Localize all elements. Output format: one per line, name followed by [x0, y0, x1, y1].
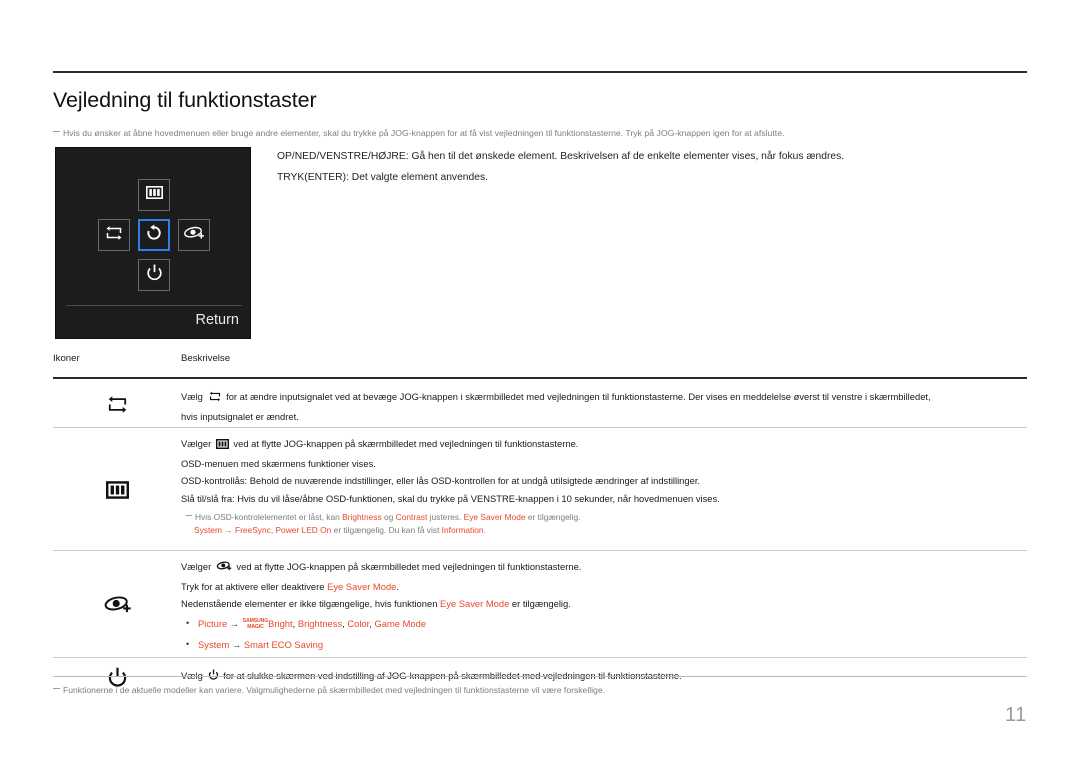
unavailable-items-list: Picture → SAMSUNGMAGICBright, Brightness… — [181, 613, 1027, 655]
text-fragment: Vælger — [181, 437, 214, 449]
link-freesync[interactable]: FreeSync — [235, 525, 271, 535]
link-system[interactable]: System — [194, 525, 222, 535]
osd-divider — [66, 305, 242, 306]
table-header-icons: Ikoner — [53, 353, 80, 364]
header-divider — [53, 71, 1027, 73]
osd-return-label: Return — [195, 312, 239, 328]
row-sub-note: Hvis OSD-kontrolelementet er låst, kan B… — [181, 511, 1027, 536]
text-fragment: → — [229, 638, 244, 650]
page-title: Vejledning til funktionstaster — [53, 88, 317, 112]
link-power-led-on[interactable]: Power LED On — [275, 525, 331, 535]
table-row: Vælg for at ændre inputsignalet ved at b… — [53, 379, 1027, 427]
eye-saver-icon — [103, 594, 132, 620]
link-smart-eco-saving[interactable]: Smart ECO Saving — [244, 639, 323, 650]
osd-key-input-source[interactable] — [98, 219, 130, 251]
table-cell-description: Vælger ved at flytte JOG-knappen på skær… — [181, 558, 1027, 655]
intro-note: Hvis du ønsker at åbne hovedmenuen eller… — [53, 127, 1033, 139]
table-cell-description: Vælg for at ændre inputsignalet ved at b… — [181, 388, 1027, 426]
osd-key-cluster: Return — [56, 148, 252, 340]
text-fragment: Hvis OSD-kontrolelementet er låst, kan — [195, 512, 343, 523]
description-line: Slå til/slå fra: Hvis du vil låse/åbne O… — [181, 492, 720, 504]
eye-saver-icon — [216, 560, 232, 578]
intro-block: OP/NED/VENSTRE/HØJRE: Gå hen til det øns… — [277, 146, 997, 188]
table-cell-icon — [53, 594, 181, 620]
text-fragment: Vælger — [181, 560, 214, 572]
input-source-icon — [208, 390, 222, 408]
description-line: Vælger ved at flytte JOG-knappen på skær… — [181, 435, 1027, 455]
osd-preview-panel: Return — [55, 147, 251, 339]
text-fragment: Tryk for at aktivere eller deaktivere — [181, 580, 328, 592]
link-picture[interactable]: Picture — [198, 618, 227, 629]
osd-key-menu[interactable] — [138, 179, 170, 211]
power-icon — [146, 264, 163, 287]
osd-key-power[interactable] — [138, 259, 170, 291]
intro-line-enter: TRYK(ENTER): Det valgte element anvendes… — [277, 172, 488, 183]
row-sub-note-line2: System → FreeSync, Power LED On er tilgæ… — [186, 524, 1027, 537]
text-fragment: er tilgængelig. — [509, 598, 571, 610]
link-eye-saver-mode[interactable]: Eye Saver Mode — [440, 598, 509, 609]
table-cell-icon — [53, 395, 181, 419]
table-row: Vælger ved at flytte JOG-knappen på skær… — [53, 428, 1027, 550]
page-number: 11 — [1005, 704, 1027, 726]
osd-key-eye-saver[interactable] — [178, 219, 210, 251]
text-fragment: er tilgængelig. Du kan få vist — [331, 524, 442, 535]
description-line: OSD-menuen med skærmens funktioner vises… — [181, 457, 376, 469]
link-system[interactable]: System — [198, 639, 229, 650]
footer-note-text: Funktionerne i de aktuelle modeller kan … — [63, 685, 606, 695]
text-fragment: for at ændre inputsignalet ved at bevæge… — [223, 390, 931, 402]
icon-description-table: Ikoner Beskrivelse Vælg for at ændre inp… — [53, 353, 1027, 694]
text-fragment: Vælg — [181, 390, 206, 402]
table-row: Vælger ved at flytte JOG-knappen på skær… — [53, 551, 1027, 657]
samsung-magic-logo: SAMSUNG MAGIC — [243, 619, 268, 630]
text-fragment: ved at flytte JOG-knappen på skærmbilled… — [230, 437, 579, 449]
text-fragment: er tilgængelig. — [525, 512, 581, 523]
table-header-row: Ikoner Beskrivelse — [53, 353, 1027, 377]
footer-divider — [53, 676, 1027, 677]
note-dash-icon — [53, 131, 60, 132]
link-eye-saver-mode[interactable]: Eye Saver Mode — [464, 512, 526, 522]
link-bright[interactable]: Bright — [268, 618, 293, 629]
link-information[interactable]: Information — [442, 525, 484, 535]
link-brightness[interactable]: Brightness — [298, 618, 342, 629]
description-line: hvis inputsignalet er ændret. — [181, 410, 299, 422]
description-line: Vælg for at ændre inputsignalet ved at b… — [181, 388, 1027, 408]
note-dash-icon — [53, 688, 60, 689]
text-fragment: . — [396, 580, 399, 592]
footer-note: Funktionerne i de aktuelle modeller kan … — [53, 684, 605, 696]
text-fragment: justeres. — [427, 512, 464, 523]
text-fragment: og — [381, 512, 396, 523]
text-fragment: → — [227, 617, 242, 629]
link-contrast[interactable]: Contrast — [396, 512, 428, 522]
table-cell-icon — [53, 480, 181, 504]
description-line: OSD-kontrollås: Behold de nuværende inds… — [181, 475, 701, 487]
description-line: Tryk for at aktivere eller deaktivere Ey… — [181, 578, 1027, 596]
note-dash-icon — [186, 515, 192, 517]
table-cell-description: Vælger ved at flytte JOG-knappen på skær… — [181, 435, 1027, 537]
link-color[interactable]: Color — [347, 618, 369, 629]
table-header-description: Beskrivelse — [181, 353, 231, 364]
link-eye-saver-mode[interactable]: Eye Saver Mode — [327, 581, 396, 592]
intro-line-navigation: OP/NED/VENSTRE/HØJRE: Gå hen til det øns… — [277, 151, 845, 162]
menu-icon — [105, 480, 129, 504]
osd-key-return[interactable] — [138, 219, 170, 251]
return-icon — [145, 224, 163, 247]
input-source-icon — [104, 225, 124, 246]
list-item: Picture → SAMSUNGMAGICBright, Brightness… — [181, 613, 1027, 634]
description-line: Nedenstående elementer er ikke tilgængel… — [181, 595, 1027, 613]
text-fragment: Nedenstående elementer er ikke tilgængel… — [181, 598, 441, 610]
input-source-icon — [105, 395, 130, 419]
intro-note-text: Hvis du ønsker at åbne hovedmenuen eller… — [63, 128, 785, 138]
link-brightness[interactable]: Brightness — [342, 512, 382, 522]
logo-line-bottom: MAGIC — [247, 623, 264, 630]
menu-icon — [145, 186, 163, 204]
link-game-mode[interactable]: Game Mode — [374, 618, 426, 629]
menu-icon — [215, 437, 229, 455]
list-item: System → Smart ECO Saving — [181, 634, 1027, 655]
text-fragment: → — [221, 524, 235, 535]
eye-saver-icon — [183, 225, 205, 246]
description-line: Vælger ved at flytte JOG-knappen på skær… — [181, 558, 1027, 578]
text-fragment: . — [483, 524, 486, 535]
document-page: Vejledning til funktionstaster Hvis du ø… — [0, 0, 1080, 763]
text-fragment: ved at flytte JOG-knappen på skærmbilled… — [233, 560, 582, 572]
